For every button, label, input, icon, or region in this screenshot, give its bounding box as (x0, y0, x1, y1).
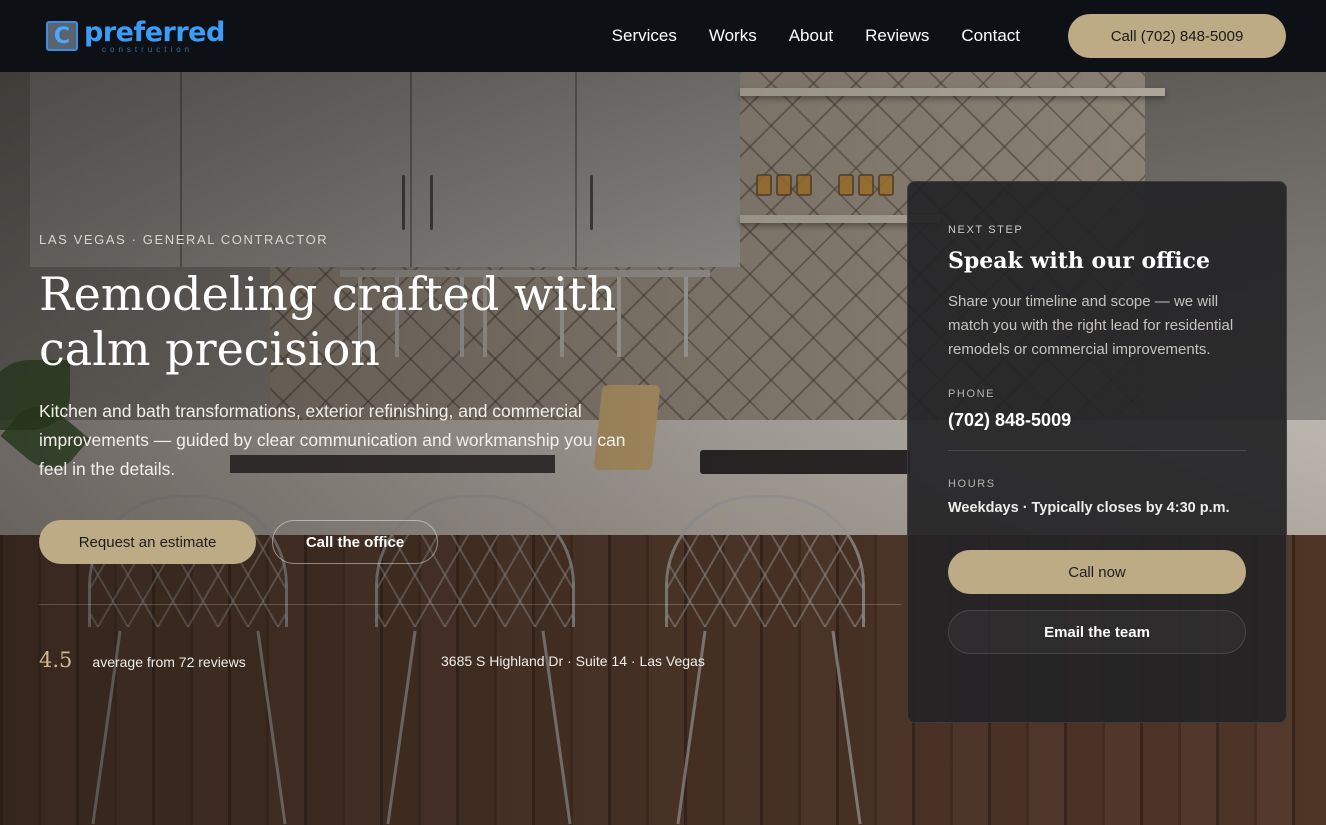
logo-text: preferred construction (84, 19, 225, 54)
phone-label: PHONE (948, 388, 996, 400)
card-description: Share your timeline and scope — we will … (948, 293, 1234, 358)
header-call-button[interactable]: Call (702) 848-5009 (1068, 14, 1286, 58)
card-divider (948, 450, 1246, 451)
call-office-button[interactable]: Call the office (272, 520, 438, 564)
nav-reviews[interactable]: Reviews (865, 26, 929, 46)
logo[interactable]: C preferred construction (46, 19, 225, 54)
nav-works[interactable]: Works (709, 26, 757, 46)
hero-title: Remodeling crafted with calm precision (39, 267, 617, 376)
logo-name: preferred (84, 16, 225, 48)
email-team-button[interactable]: Email the team (948, 610, 1246, 654)
card-title: Speak with our office (948, 248, 1210, 274)
site-header: C preferred construction Services Works … (0, 0, 1326, 72)
main-nav: Services Works About Reviews Contact (612, 26, 1020, 46)
hero-description: Kitchen and bath transformations, exteri… (39, 401, 626, 479)
rating-value: 4.5 (39, 648, 73, 672)
nav-services[interactable]: Services (612, 26, 677, 46)
hero-actions: Request an estimate Call the office (39, 520, 438, 564)
phone-number[interactable]: (702) 848-5009 (948, 410, 1246, 431)
rating-summary: 4.5 average from 72 reviews (39, 648, 246, 672)
nav-about[interactable]: About (789, 26, 833, 46)
request-estimate-button[interactable]: Request an estimate (39, 520, 256, 564)
hours-value: Weekdays · Typically closes by 4:30 p.m. (948, 500, 1230, 516)
office-address: 3685 S Highland Dr · Suite 14 · Las Vega… (441, 653, 705, 669)
logo-subtitle: construction (102, 44, 194, 54)
nav-contact[interactable]: Contact (961, 26, 1020, 46)
contact-card: NEXT STEP Speak with our office Share yo… (907, 181, 1287, 723)
rating-text: average from 72 reviews (92, 654, 246, 670)
call-now-button[interactable]: Call now (948, 550, 1246, 594)
preferred-construction-logo-icon: C (46, 21, 78, 51)
hero-divider (39, 604, 901, 605)
hero-eyebrow: LAS VEGAS · GENERAL CONTRACTOR (39, 232, 329, 247)
card-eyebrow: NEXT STEP (948, 224, 1024, 236)
hours-label: HOURS (948, 478, 996, 490)
hero-section: LAS VEGAS · GENERAL CONTRACTOR Remodelin… (39, 232, 719, 484)
